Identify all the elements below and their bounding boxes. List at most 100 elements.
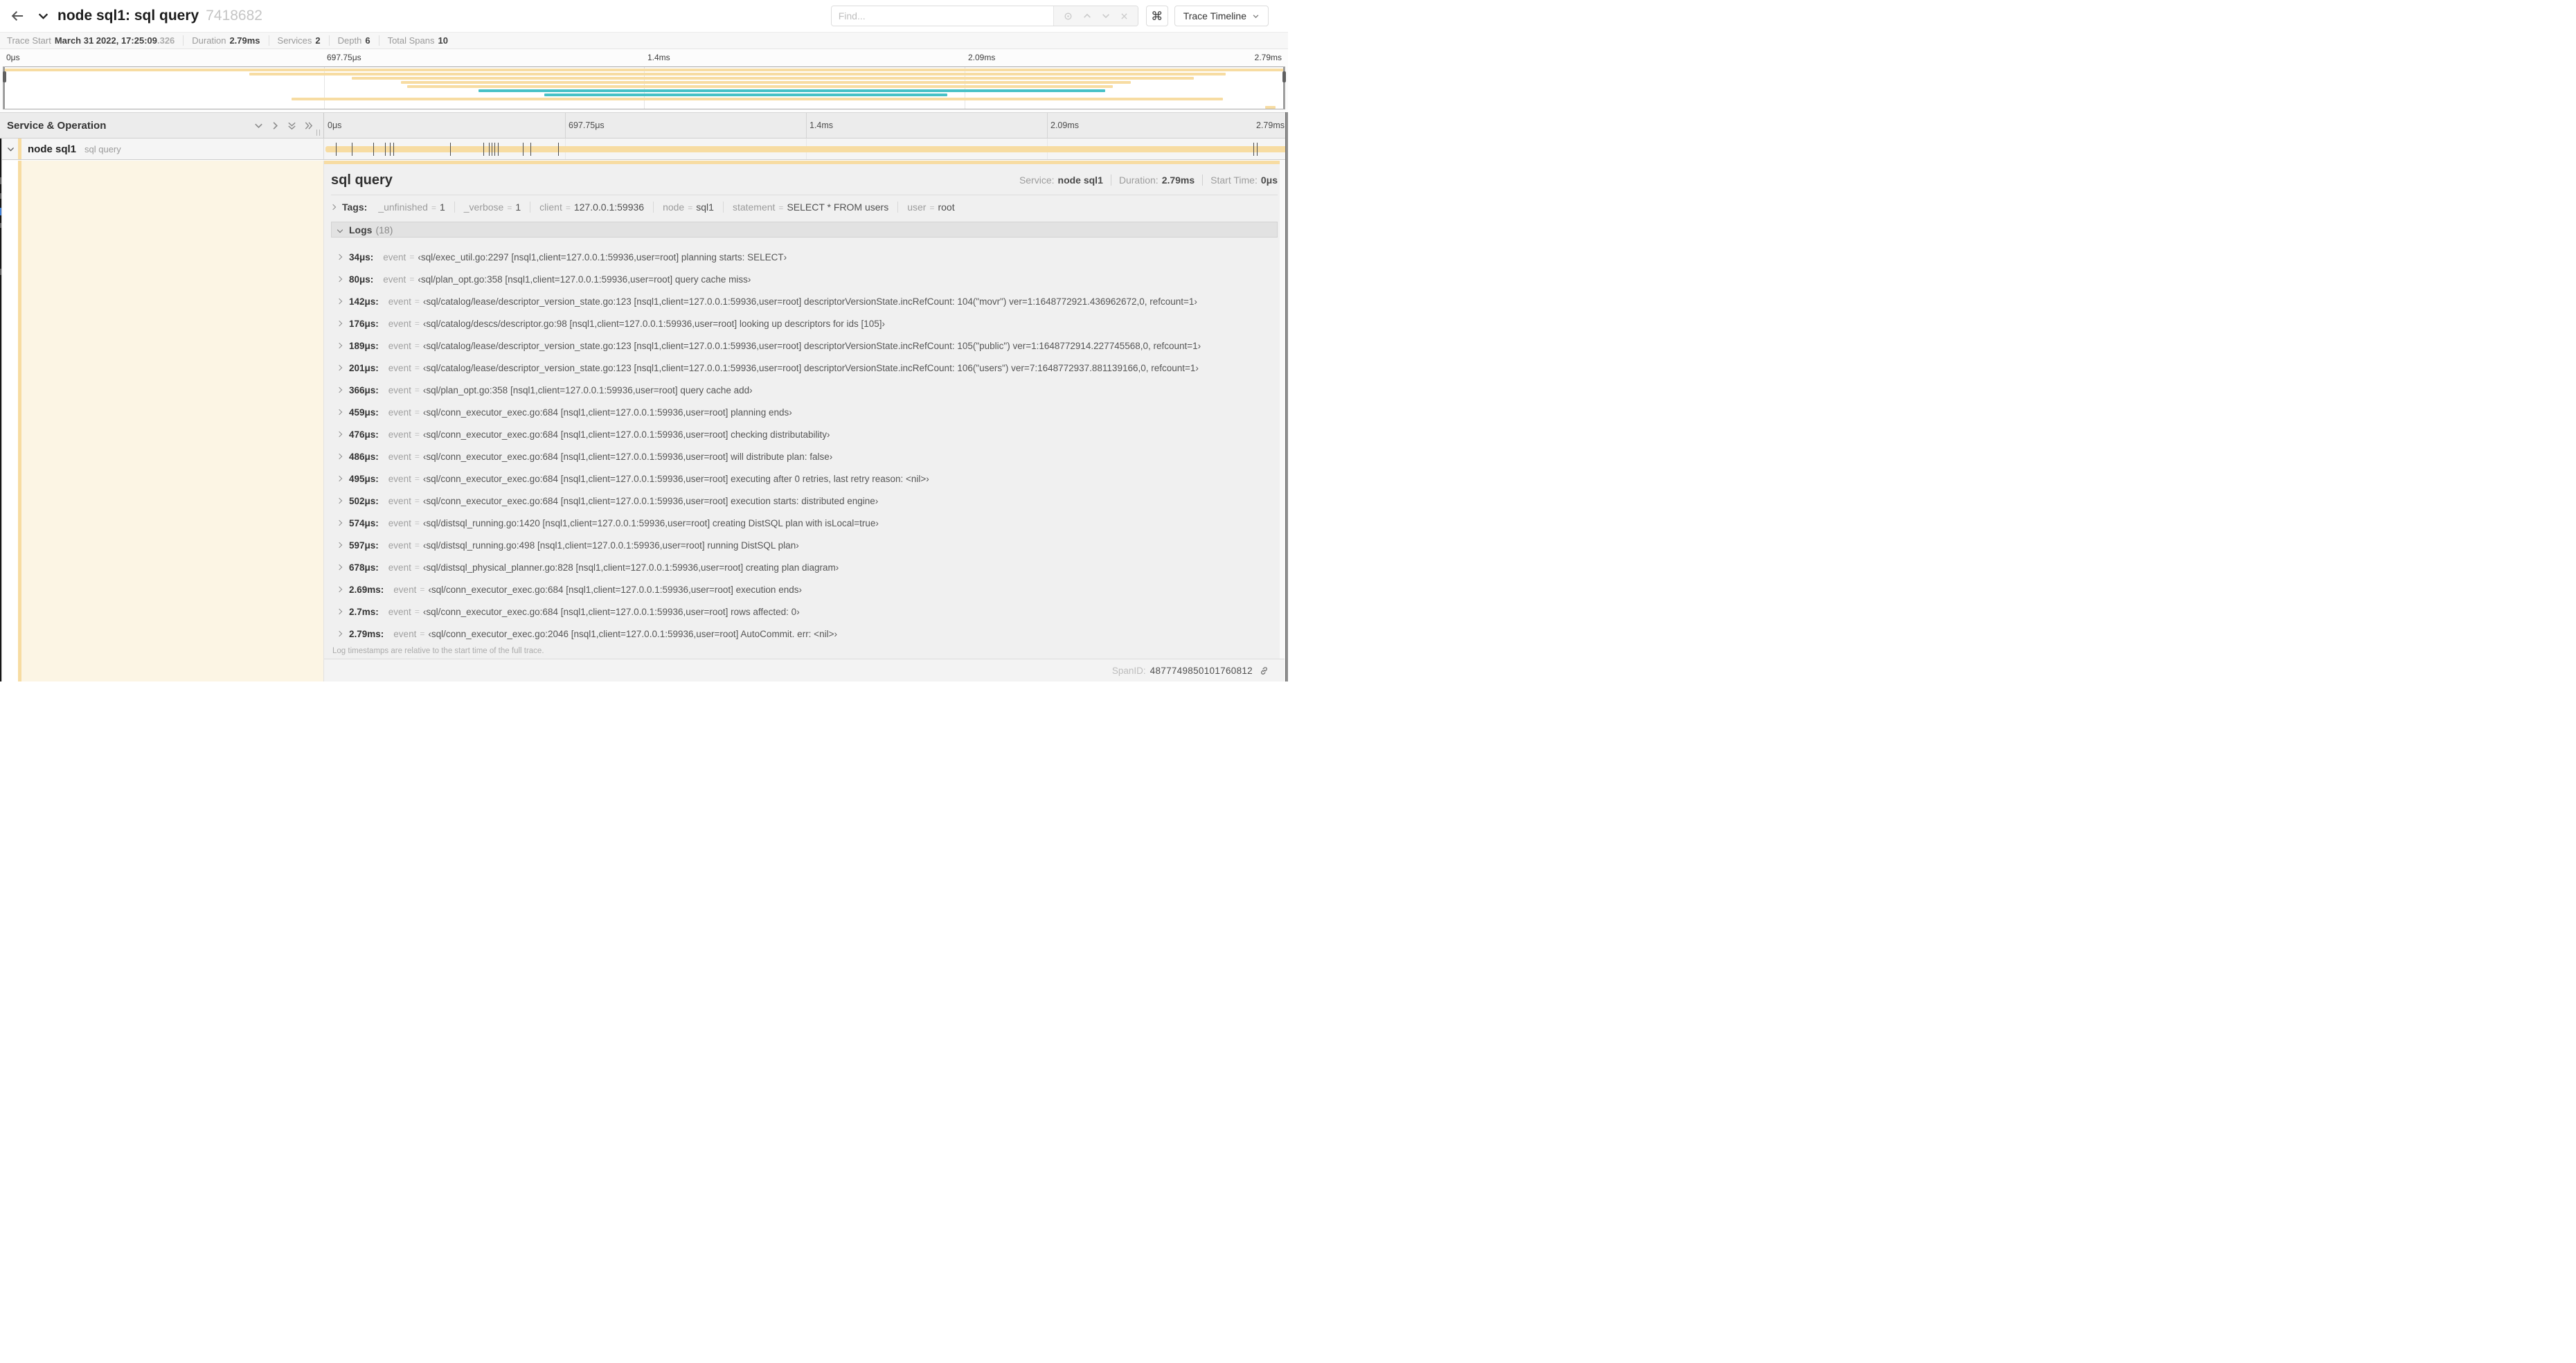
log-row[interactable]: 597μs: event = ‹sql/distsql_running.go:4… [331, 534, 1278, 556]
log-timestamp: 142μs: [349, 296, 379, 307]
log-event-marker[interactable] [1253, 143, 1254, 156]
stat-label: Duration [192, 35, 226, 46]
log-row[interactable]: 176μs: event = ‹sql/catalog/descs/descri… [331, 312, 1278, 335]
log-row[interactable]: 495μs: event = ‹sql/conn_executor_exec.g… [331, 467, 1278, 490]
collapse-all-icon[interactable] [287, 121, 297, 131]
span-id-value: 4877749850101760812 [1150, 665, 1253, 676]
minimap-left-scrubber[interactable] [2, 67, 6, 109]
log-row[interactable]: 486μs: event = ‹sql/conn_executor_exec.g… [331, 445, 1278, 467]
link-icon[interactable] [1259, 666, 1269, 676]
equals-sign: = [414, 496, 420, 506]
log-row[interactable]: 2.7ms: event = ‹sql/conn_executor_exec.g… [331, 600, 1278, 623]
stat-value: 2 [315, 35, 321, 46]
log-field-value: ‹sql/catalog/lease/descriptor_version_st… [422, 296, 1197, 307]
log-row[interactable]: 2.79ms: event = ‹sql/conn_executor_exec.… [331, 623, 1278, 645]
scrollbar-selection-notch [0, 208, 1, 215]
log-row[interactable]: 189μs: event = ‹sql/catalog/lease/descri… [331, 335, 1278, 357]
log-event-marker[interactable] [393, 143, 395, 156]
scrollbar-notch [0, 193, 1, 199]
log-row[interactable]: 366μs: event = ‹sql/plan_opt.go:358 [nsq… [331, 379, 1278, 401]
minimap-span-bar [406, 84, 1113, 88]
collapse-one-icon[interactable] [253, 121, 264, 131]
log-field-key: event [388, 296, 411, 307]
log-event-marker[interactable] [384, 143, 386, 156]
minimap-span-bar [1265, 105, 1276, 109]
collapse-controls [253, 121, 314, 131]
minimap-span-bar [292, 97, 1224, 100]
tag-item[interactable]: client = 127.0.0.1:59936 [530, 202, 644, 213]
log-row[interactable]: 574μs: event = ‹sql/distsql_running.go:1… [331, 512, 1278, 534]
span-row[interactable]: node sql1 sql query [0, 139, 1288, 160]
tag-item[interactable]: statement = SELECT * FROM users [722, 202, 888, 213]
chevron-right-icon [336, 364, 343, 371]
log-row[interactable]: 502μs: event = ‹sql/conn_executor_exec.g… [331, 490, 1278, 512]
stat-value: 6 [365, 35, 370, 46]
chevron-right-icon [336, 608, 343, 615]
log-timestamp: 176μs: [349, 318, 379, 329]
find-prev-icon[interactable] [1082, 11, 1092, 21]
log-field-value: ‹sql/exec_util.go:2297 [nsql1,client=127… [418, 251, 787, 262]
find-input[interactable] [831, 6, 1053, 26]
clear-find-icon[interactable] [1120, 12, 1129, 21]
log-timestamp: 80μs: [349, 274, 374, 285]
expand-one-icon[interactable] [270, 121, 280, 131]
log-event-marker[interactable] [389, 143, 391, 156]
log-event-marker[interactable] [558, 143, 560, 156]
log-event-marker[interactable] [522, 143, 524, 156]
timeline-header-ruler: 0μs 697.75μs 1.4ms 2.09ms 2.79ms [324, 113, 1288, 138]
log-event-marker[interactable] [530, 143, 531, 156]
tag-item[interactable]: _verbose = 1 [454, 202, 521, 213]
stat-suffix: .326 [156, 35, 175, 46]
minimap-right-scrubber[interactable] [1282, 67, 1286, 109]
logs-accordion-header[interactable]: Logs (18) [331, 222, 1278, 238]
span-duration-bar[interactable] [325, 146, 1288, 152]
log-event-marker[interactable] [489, 143, 490, 156]
log-timestamp: 34μs: [349, 251, 374, 262]
log-event-marker[interactable] [373, 143, 374, 156]
minimap-canvas[interactable] [2, 66, 1286, 109]
tag-value: sql1 [696, 202, 714, 213]
keyboard-shortcuts-button[interactable]: ⌘ [1145, 6, 1168, 26]
equals-sign: = [414, 385, 420, 395]
trace-collapse-chevron-icon[interactable] [37, 10, 49, 22]
left-scrollbar[interactable] [0, 139, 2, 682]
span-collapse-chevron-icon[interactable] [6, 145, 15, 154]
time-tick-label: 2.79ms [1256, 121, 1285, 130]
minimap-span-bar [544, 93, 948, 96]
view-select-button[interactable]: Trace Timeline [1174, 6, 1269, 26]
log-timestamp: 486μs: [349, 451, 379, 462]
log-row[interactable]: 34μs: event = ‹sql/exec_util.go:2297 [ns… [331, 246, 1278, 268]
log-event-marker[interactable] [494, 143, 496, 156]
chevron-right-icon [336, 320, 343, 327]
service-color-accent [18, 139, 21, 159]
locate-icon[interactable] [1063, 11, 1073, 21]
column-resizer-handle[interactable] [316, 130, 320, 136]
span-detail-header[interactable]: sql query Service: node sql1 Duration: 2… [331, 170, 1278, 190]
log-event-marker[interactable] [335, 143, 337, 156]
log-row[interactable]: 476μs: event = ‹sql/conn_executor_exec.g… [331, 423, 1278, 445]
right-scrollbar[interactable] [1285, 112, 1288, 682]
tag-item[interactable]: node = sql1 [653, 202, 714, 213]
tag-item[interactable]: user = root [897, 202, 955, 213]
chevron-right-icon [336, 276, 343, 283]
log-event-marker[interactable] [483, 143, 484, 156]
log-row[interactable]: 142μs: event = ‹sql/catalog/lease/descri… [331, 290, 1278, 312]
log-row[interactable]: 678μs: event = ‹sql/distsql_physical_pla… [331, 556, 1278, 578]
log-row[interactable]: 201μs: event = ‹sql/catalog/lease/descri… [331, 357, 1278, 379]
equals-sign: = [414, 341, 420, 350]
find-next-icon[interactable] [1101, 11, 1111, 21]
log-event-marker[interactable] [1257, 143, 1258, 156]
scrollbar-notch [0, 223, 1, 228]
expand-all-icon[interactable] [303, 121, 314, 131]
log-field-key: event [388, 495, 411, 506]
tag-item[interactable]: _unfinished = 1 [378, 202, 445, 213]
log-row[interactable]: 2.69ms: event = ‹sql/conn_executor_exec.… [331, 578, 1278, 600]
span-meta-item: Service: node sql1 [1019, 175, 1103, 186]
log-row[interactable]: 80μs: event = ‹sql/plan_opt.go:358 [nsql… [331, 268, 1278, 290]
tags-accordion[interactable]: Tags: _unfinished = 1 _verbose = 1 clien… [331, 199, 1278, 215]
back-button[interactable] [6, 4, 29, 28]
log-row[interactable]: 459μs: event = ‹sql/conn_executor_exec.g… [331, 401, 1278, 423]
log-timestamp: 201μs: [349, 362, 379, 373]
log-event-marker[interactable] [497, 143, 499, 156]
log-event-marker[interactable] [450, 143, 451, 156]
